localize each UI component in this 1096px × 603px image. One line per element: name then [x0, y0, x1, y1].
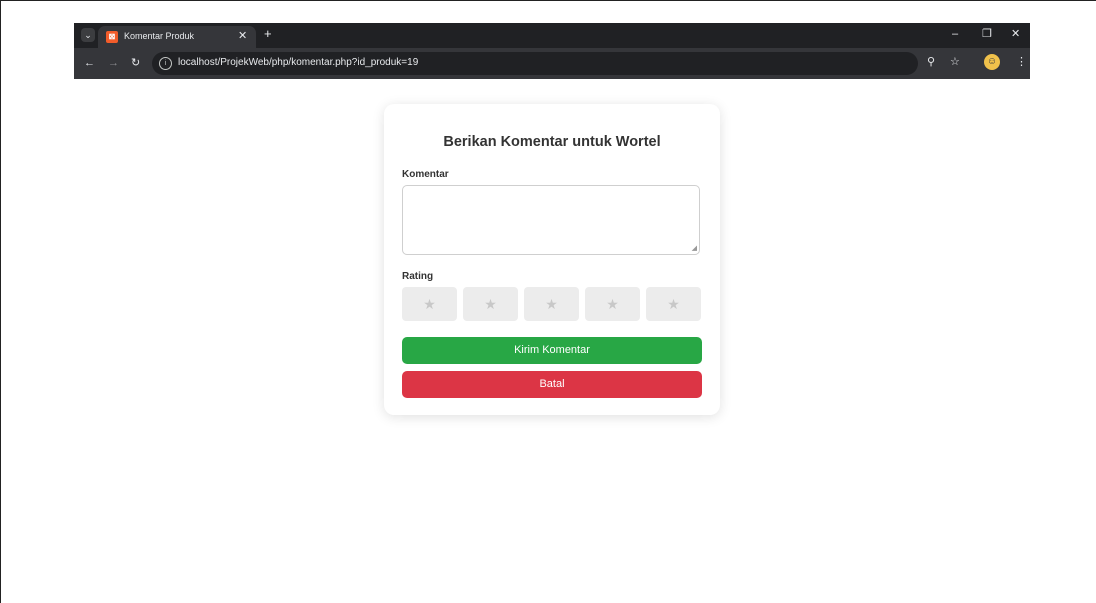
page-title: Berikan Komentar untuk Wortel [443, 134, 661, 150]
minimize-icon[interactable]: – [952, 27, 958, 41]
tab-komentar-produk[interactable]: ⊠ Komentar Produk ✕ [98, 26, 256, 48]
info-icon[interactable]: i [159, 57, 172, 70]
arrow-left-icon[interactable]: ← [84, 56, 95, 70]
star-icon[interactable]: ☆ [950, 55, 960, 69]
restore-icon[interactable]: ❐ [982, 27, 992, 41]
screen-border-top [0, 0, 1096, 1]
address-bar[interactable]: i localhost/ProjekWeb/php/komentar.php?i… [152, 52, 918, 75]
rating-label: Rating [402, 271, 434, 282]
xampp-favicon-icon: ⊠ [106, 31, 118, 43]
star-icon[interactable]: ★ [463, 287, 518, 321]
arrow-right-icon[interactable]: → [108, 56, 119, 70]
chevron-down-icon[interactable]: ⌄ [81, 28, 95, 42]
tab-strip: ⌄ ⊠ Komentar Produk ✕ + – ❐ ✕ [74, 23, 1030, 48]
reload-icon[interactable]: ↻ [131, 56, 140, 70]
browser-window: ⌄ ⊠ Komentar Produk ✕ + – ❐ ✕ ← → ↻ i lo… [74, 23, 1030, 79]
plus-icon[interactable]: + [264, 27, 272, 41]
rating-stars: ★ ★ ★ ★ ★ [402, 287, 702, 321]
tab-title: Komentar Produk [124, 31, 195, 41]
star-icon[interactable]: ★ [524, 287, 579, 321]
star-icon[interactable]: ★ [646, 287, 701, 321]
close-icon[interactable]: ✕ [238, 29, 247, 43]
close-icon[interactable]: ✕ [1011, 27, 1020, 41]
submit-comment-button[interactable]: Kirim Komentar [402, 337, 702, 364]
profile-icon[interactable]: ☺ [984, 54, 1000, 70]
comment-form-card: Berikan Komentar untuk Wortel Komentar ◢… [384, 104, 720, 415]
star-icon[interactable]: ★ [585, 287, 640, 321]
cancel-button[interactable]: Batal [402, 371, 702, 398]
comment-label: Komentar [402, 169, 449, 180]
resize-grip-icon[interactable]: ◢ [692, 245, 697, 253]
url-text[interactable]: localhost/ProjekWeb/php/komentar.php?id_… [178, 57, 418, 68]
screen-border-left [0, 0, 1, 603]
star-icon[interactable]: ★ [402, 287, 457, 321]
zoom-icon[interactable]: ⚲ [927, 55, 935, 69]
browser-toolbar: ← → ↻ i localhost/ProjekWeb/php/komentar… [74, 48, 1030, 79]
comment-textarea[interactable]: ◢ [402, 185, 700, 255]
more-vertical-icon[interactable]: ⋮ [1016, 55, 1027, 69]
